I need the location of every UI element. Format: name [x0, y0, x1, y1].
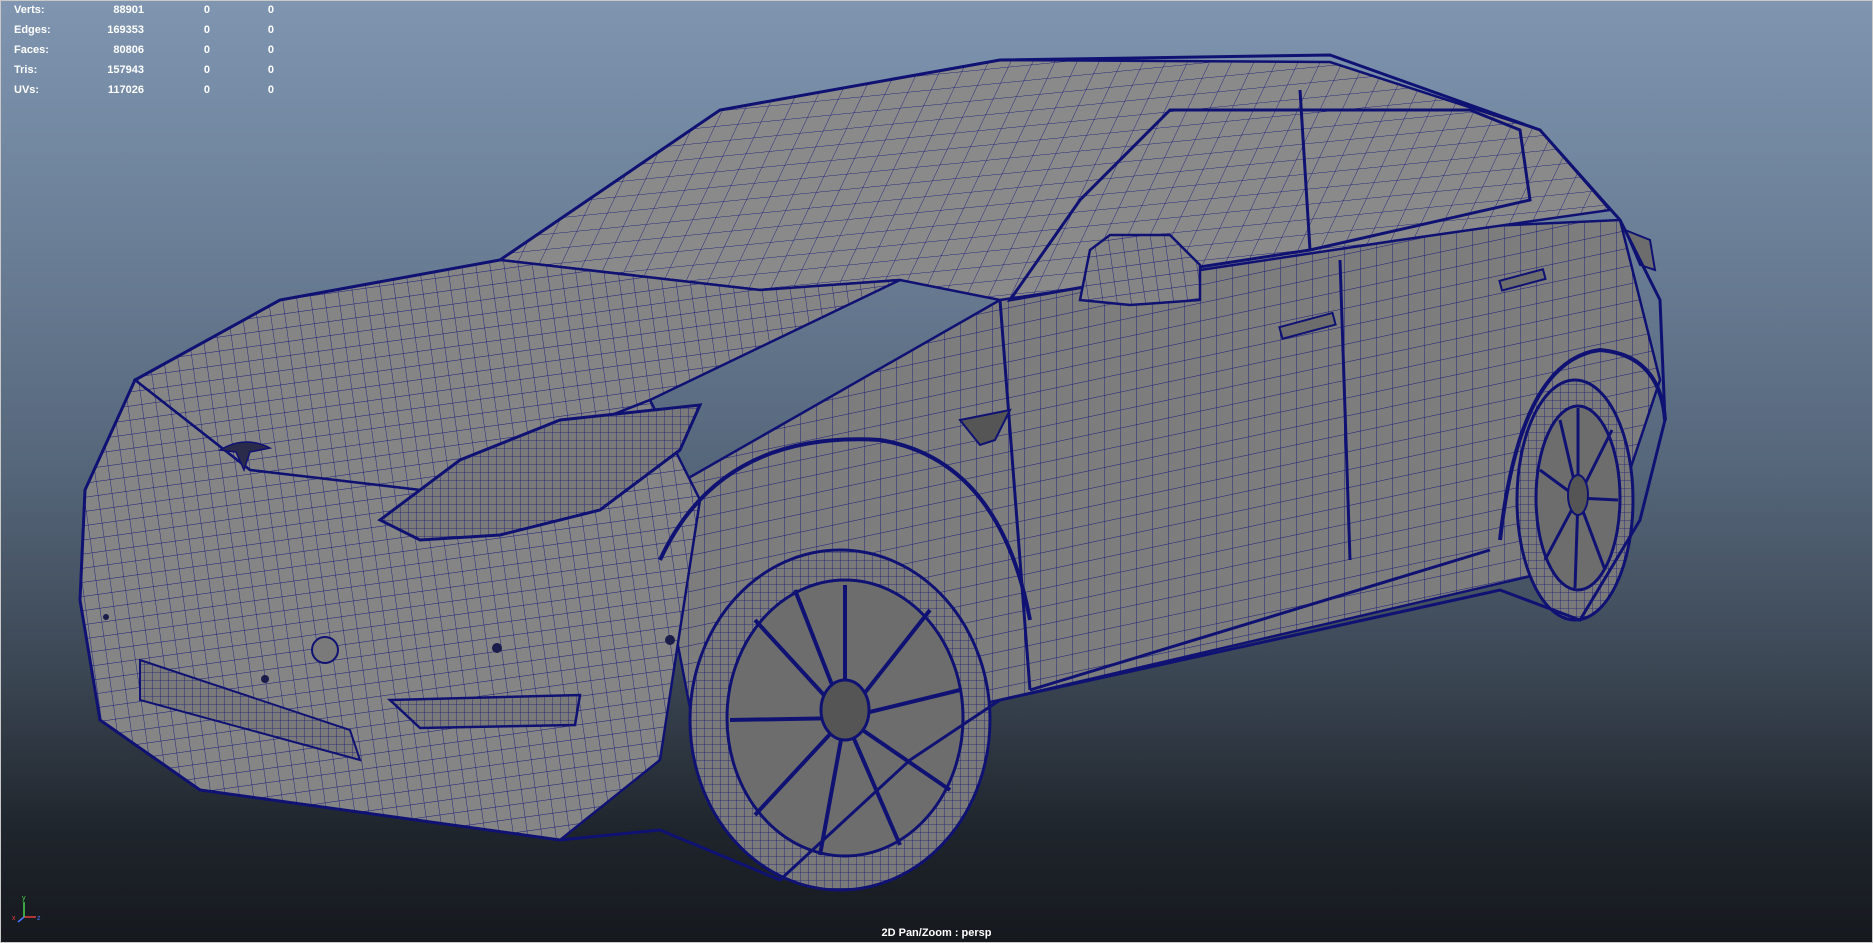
hud-row-uvs: UVs: 117026 0 0: [14, 82, 274, 102]
side-mirror: [1078, 233, 1202, 307]
hud-value: 169353: [107, 24, 144, 36]
hud-components: 0: [267, 4, 274, 16]
maya-viewport[interactable]: Verts: 88901 0 0 Edges: 169353 0 0 Faces…: [0, 0, 1873, 943]
parking-sensor: [261, 675, 269, 683]
hud-selected: 0: [203, 24, 210, 36]
hud-value: 117026: [107, 84, 144, 96]
hud-row-verts: Verts: 88901 0 0: [14, 2, 274, 22]
rear-wheel-hub: [1567, 474, 1589, 516]
bumper-light: [386, 693, 582, 730]
hud-row-faces: Faces: 80806 0 0: [14, 42, 274, 62]
parking-sensor: [492, 643, 502, 653]
viewport-status-label: 2D Pan/Zoom : persp: [881, 927, 992, 939]
poly-count-hud: Verts: 88901 0 0 Edges: 169353 0 0 Faces…: [14, 2, 274, 102]
axis-z-line: [17, 916, 25, 923]
axis-gizmo-icon: y x z: [12, 895, 41, 923]
hud-selected: 0: [203, 4, 210, 16]
axis-x-label: x: [12, 915, 16, 922]
parking-sensor: [103, 614, 109, 620]
parking-sensor: [311, 636, 339, 664]
hud-selected: 0: [203, 84, 210, 96]
hud-components: 0: [267, 84, 274, 96]
hud-selected: 0: [203, 64, 210, 76]
hud-value: 88901: [113, 4, 144, 16]
hud-selected: 0: [203, 44, 210, 56]
hud-label: UVs:: [14, 84, 40, 96]
axis-z-label: z: [37, 915, 41, 922]
hud-components: 0: [267, 64, 274, 76]
hud-row-tris: Tris: 157943 0 0: [14, 62, 274, 82]
axis-y-label: y: [22, 895, 26, 902]
front-wheel-hub: [819, 678, 871, 742]
hud-row-edges: Edges: 169353 0 0: [14, 22, 274, 42]
hud-value: 157943: [107, 64, 144, 76]
hud-value: 80806: [113, 44, 144, 56]
hud-label: Edges:: [14, 24, 51, 36]
hud-label: Verts:: [14, 4, 45, 16]
parking-sensor: [665, 635, 675, 645]
hud-components: 0: [267, 24, 274, 36]
hud-label: Tris:: [14, 64, 38, 76]
hud-components: 0: [267, 44, 274, 56]
hud-label: Faces:: [14, 44, 49, 56]
car-wireframe-model[interactable]: [0, 0, 1873, 943]
